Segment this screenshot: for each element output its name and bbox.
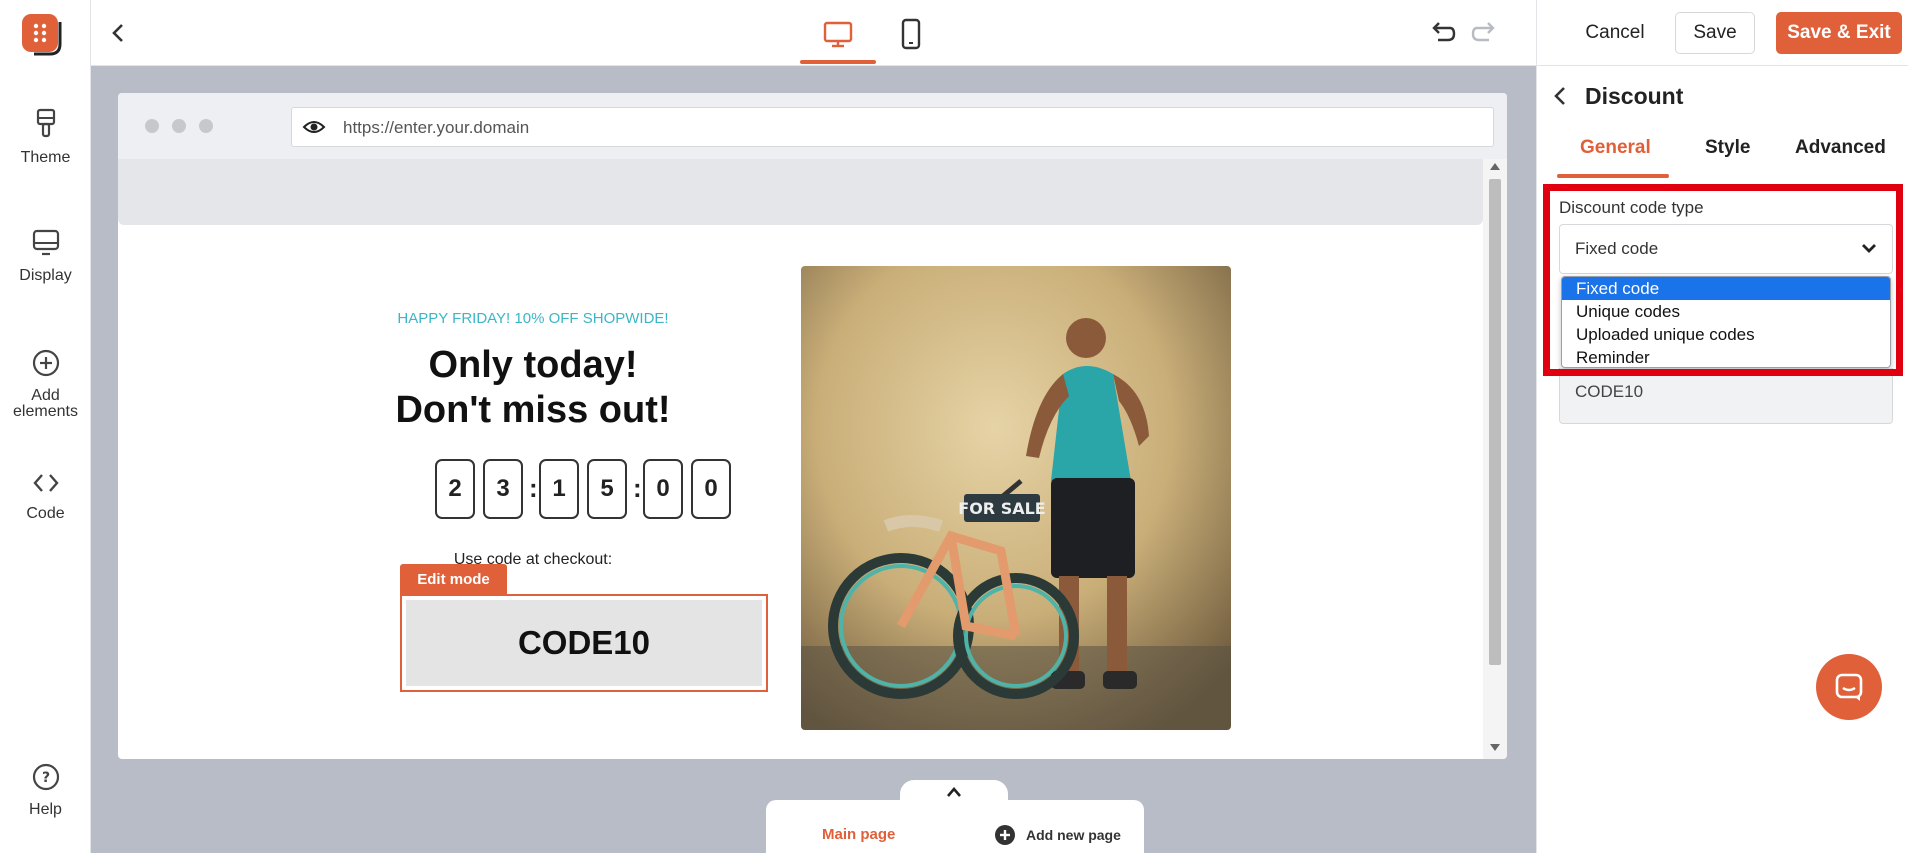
url-bar[interactable]: https://enter.your.domain — [291, 107, 1494, 147]
man-with-bicycle-image: FOR SALE — [801, 266, 1231, 730]
scroll-down-arrow[interactable] — [1490, 744, 1500, 751]
left-sidebar: Theme Display Add elements Code ? Help — [0, 0, 91, 853]
app-logo[interactable] — [20, 12, 64, 56]
headline-line: Only today! — [428, 344, 638, 386]
edit-mode-badge: Edit mode — [400, 564, 507, 594]
desktop-view-button[interactable] — [818, 14, 858, 54]
chat-support-button[interactable] — [1816, 654, 1882, 720]
discount-code-box[interactable]: CODE10 — [406, 600, 762, 686]
code-icon — [32, 474, 59, 492]
editor-app: Theme Display Add elements Code ? Help C… — [0, 0, 1908, 853]
site-header-placeholder — [118, 159, 1483, 225]
popup-eyebrow[interactable]: HAPPY FRIDAY! 10% OFF SHOPWIDE! — [363, 310, 703, 327]
undo-button[interactable] — [1425, 18, 1459, 50]
sidebar-item-label: Display — [19, 267, 72, 284]
chevron-left-icon — [1554, 87, 1565, 105]
discount-code-input[interactable]: CODE10 — [1559, 368, 1893, 424]
popup-image[interactable]: FOR SALE — [801, 266, 1231, 730]
plus-circle-icon — [995, 825, 1015, 845]
timer-digit: 1 — [539, 459, 579, 519]
settings-panel: Discount General Style Advanced Discount… — [1536, 66, 1908, 853]
browser-bar: https://enter.your.domain — [118, 93, 1507, 159]
desktop-icon — [823, 21, 853, 48]
redo-button[interactable] — [1468, 18, 1502, 50]
device-active-indicator — [800, 60, 876, 64]
page-tabs-toggle[interactable] — [900, 780, 1008, 810]
sidebar-item-display[interactable]: Display — [0, 228, 91, 284]
annotation-highlight-box — [1543, 184, 1903, 376]
tab-main-page[interactable]: Main page — [822, 826, 895, 843]
chevron-left-icon — [112, 24, 123, 42]
timer-digit: 0 — [691, 459, 731, 519]
window-dot — [199, 119, 213, 133]
popup-headline[interactable]: Only today! Don't miss out! — [363, 343, 703, 433]
sidebar-item-label: Theme — [20, 149, 71, 166]
headline-line: Don't miss out! — [395, 389, 671, 431]
sidebar-item-code[interactable]: Code — [0, 470, 91, 522]
redo-icon — [1471, 22, 1495, 42]
window-dot — [172, 119, 186, 133]
timer-colon: : — [633, 473, 642, 503]
panel-back-button[interactable] — [1553, 85, 1567, 112]
save-exit-button[interactable]: Save & Exit — [1776, 12, 1902, 54]
browser-preview: https://enter.your.domain HAPPY FRIDAY! … — [118, 93, 1507, 759]
scroll-thumb[interactable] — [1489, 179, 1501, 665]
sidebar-item-label: Add elements — [13, 387, 78, 420]
scroll-up-arrow[interactable] — [1490, 163, 1500, 170]
sidebar-item-add-elements[interactable]: Add elements — [0, 348, 91, 420]
editor-canvas: https://enter.your.domain HAPPY FRIDAY! … — [91, 66, 1536, 853]
tab-advanced[interactable]: Advanced — [1795, 137, 1886, 159]
preview-scrollbar[interactable] — [1483, 159, 1507, 759]
monitor-icon — [32, 229, 59, 256]
tab-style[interactable]: Style — [1705, 137, 1750, 159]
timer-digit: 0 — [643, 459, 683, 519]
url-text: https://enter.your.domain — [343, 118, 530, 137]
save-button[interactable]: Save — [1675, 12, 1755, 54]
help-icon: ? — [32, 763, 59, 791]
mobile-icon — [901, 18, 921, 50]
discount-code-value: CODE10 — [1575, 382, 1644, 401]
top-bar — [91, 0, 1536, 66]
sidebar-item-label: Code — [26, 505, 65, 522]
chat-icon — [1835, 673, 1863, 701]
svg-text:FOR SALE: FOR SALE — [958, 499, 1045, 518]
paintbrush-icon — [36, 108, 55, 138]
timer-colon: : — [529, 473, 538, 503]
svg-text:?: ? — [41, 770, 49, 786]
back-button[interactable] — [103, 18, 133, 48]
plus-circle-icon — [32, 349, 59, 377]
tab-general[interactable]: General — [1580, 137, 1651, 159]
timer-digit: 2 — [435, 459, 475, 519]
sidebar-item-help[interactable]: ? Help — [0, 762, 91, 818]
active-tab-indicator — [1557, 174, 1669, 178]
add-new-page-button[interactable]: Add new page — [994, 824, 1121, 846]
cancel-button[interactable]: Cancel — [1565, 12, 1665, 54]
timer-digit: 5 — [587, 459, 627, 519]
add-new-page-label: Add new page — [1026, 827, 1121, 843]
timer-digit: 3 — [483, 459, 523, 519]
help-label: Help — [29, 801, 62, 818]
selected-element-outline[interactable]: CODE10 — [400, 594, 768, 692]
panel-title: Discount — [1585, 83, 1684, 109]
eye-icon — [302, 121, 326, 133]
undo-icon — [1432, 22, 1456, 42]
sidebar-item-theme[interactable]: Theme — [0, 108, 91, 166]
mobile-view-button[interactable] — [891, 14, 931, 54]
action-bar: Cancel Save Save & Exit — [1536, 0, 1908, 66]
window-dot — [145, 119, 159, 133]
chevron-up-icon — [947, 787, 961, 797]
